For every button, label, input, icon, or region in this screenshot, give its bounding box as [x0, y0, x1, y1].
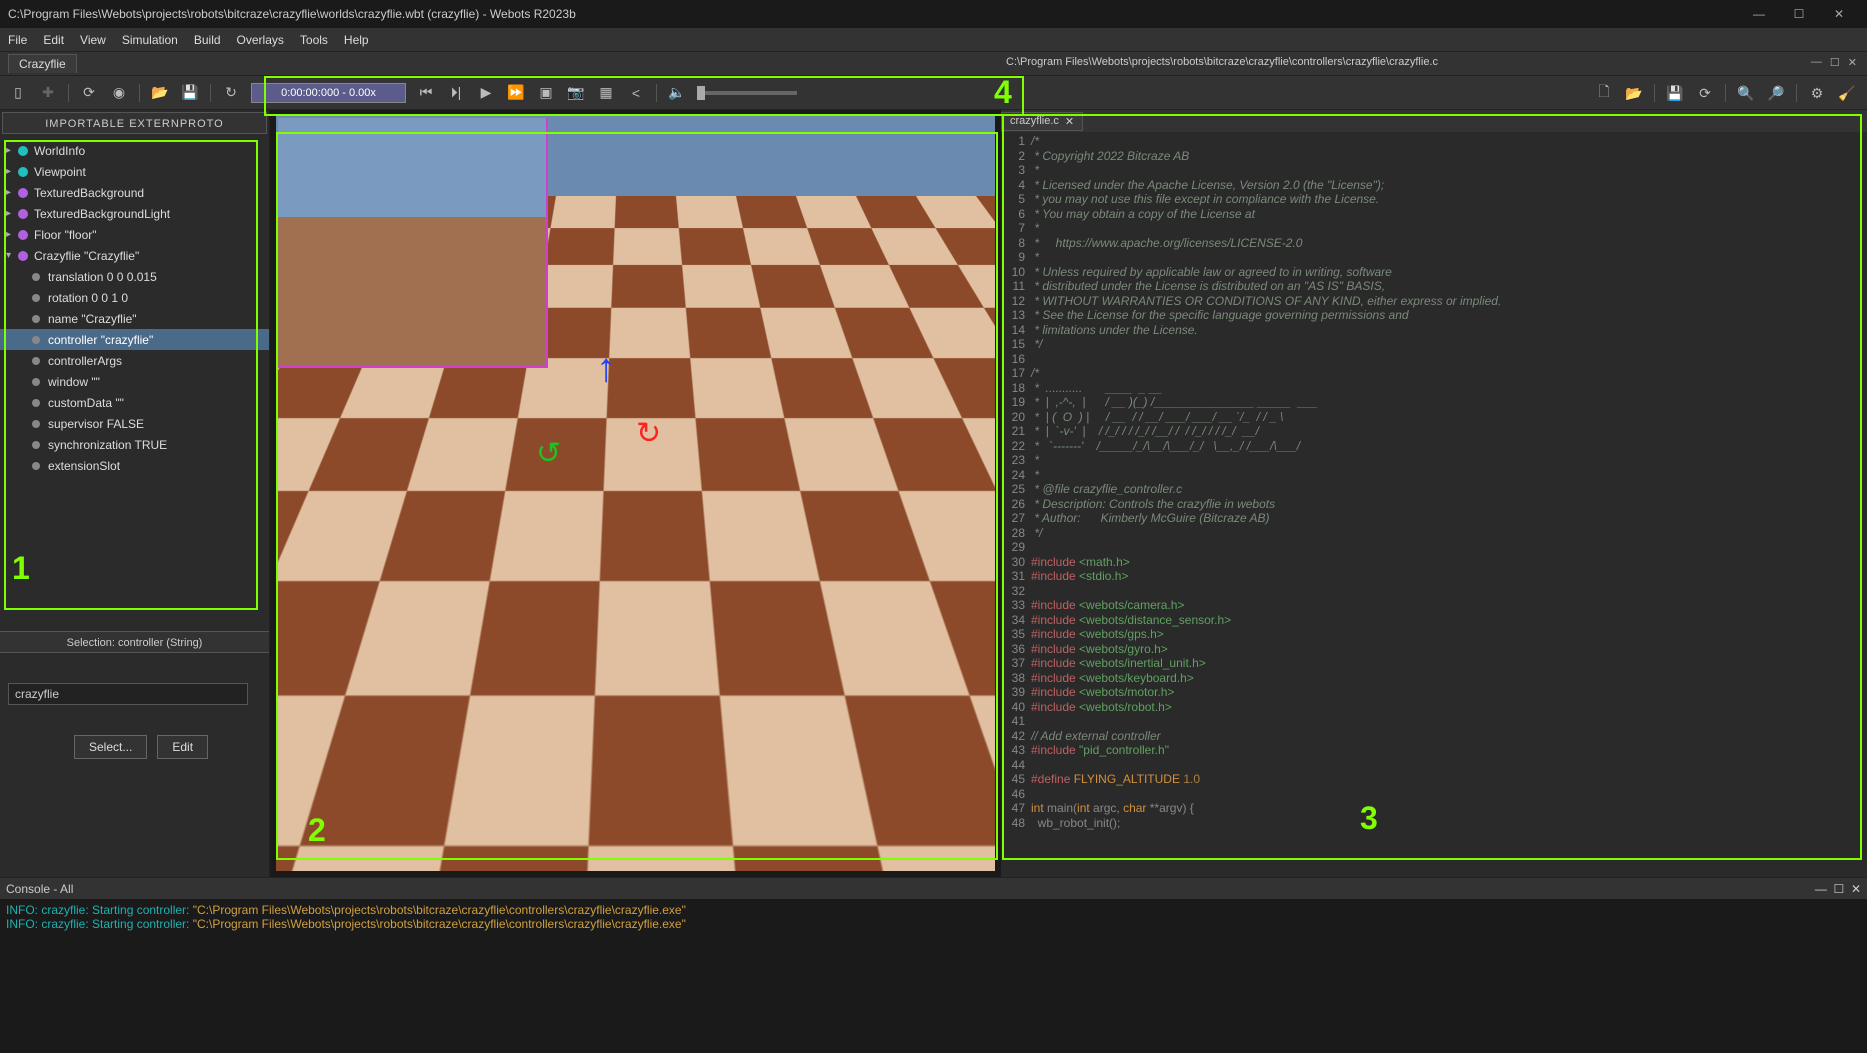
play-icon[interactable]: ▶: [476, 83, 496, 103]
editor-file-tab[interactable]: crazyflie.c ✕: [1001, 112, 1083, 131]
editor-path-bar: C:\Program Files\Webots\projects\robots\…: [1002, 52, 1867, 72]
open-icon[interactable]: 📂: [150, 83, 170, 103]
externproto-header[interactable]: IMPORTABLE EXTERNPROTO: [2, 112, 267, 134]
tree-node[interactable]: ▾Crazyflie "Crazyflie": [0, 245, 269, 266]
editor-min-icon[interactable]: —: [1811, 56, 1822, 69]
main-area: IMPORTABLE EXTERNPROTO ▸WorldInfo▸Viewpo…: [0, 110, 1867, 877]
menu-file[interactable]: File: [8, 33, 27, 47]
reset-simulation-icon[interactable]: ↻: [221, 83, 241, 103]
console-close-icon[interactable]: ✕: [1851, 882, 1861, 896]
editor-file-path: C:\Program Files\Webots\projects\robots\…: [1006, 56, 1438, 68]
y-axis-gizmo[interactable]: ↺: [536, 436, 561, 471]
tree-field[interactable]: window "": [0, 371, 269, 392]
tree-field[interactable]: supervisor FALSE: [0, 413, 269, 434]
world-tab[interactable]: Crazyflie: [8, 54, 77, 73]
menu-overlays[interactable]: Overlays: [237, 33, 284, 47]
simulation-time: 0:00:00:000 - 0.00x: [251, 83, 406, 103]
add-node-icon[interactable]: ✚: [38, 83, 58, 103]
main-toolbar: ▯ ✚ ⟳ ◉ 📂 💾 ↻ 0:00:00:000 - 0.00x ⏮ ⏵| ▶…: [0, 76, 1867, 110]
tree-node[interactable]: ▸Floor "floor": [0, 224, 269, 245]
editor-close-icon[interactable]: ✕: [1848, 56, 1857, 69]
menu-view[interactable]: View: [80, 33, 106, 47]
volume-slider[interactable]: [697, 91, 797, 95]
fast-forward-icon[interactable]: ⏩: [506, 83, 526, 103]
menu-help[interactable]: Help: [344, 33, 369, 47]
step-back-icon[interactable]: ⏮: [416, 83, 436, 103]
share-icon[interactable]: <: [626, 83, 646, 103]
tree-field[interactable]: synchronization TRUE: [0, 434, 269, 455]
console-max-icon[interactable]: ☐: [1834, 882, 1845, 896]
editor-open-icon[interactable]: 📂: [1624, 83, 1644, 103]
menu-simulation[interactable]: Simulation: [122, 33, 178, 47]
code-text[interactable]: /* * Copyright 2022 Bitcraze AB * * Lice…: [1031, 134, 1867, 877]
menu-bar: File Edit View Simulation Build Overlays…: [0, 28, 1867, 52]
editor-max-icon[interactable]: ☐: [1830, 56, 1840, 69]
tree-field[interactable]: rotation 0 0 1 0: [0, 287, 269, 308]
close-tab-icon[interactable]: ✕: [1065, 115, 1074, 128]
editor-clean-icon[interactable]: 🧹: [1837, 83, 1857, 103]
sound-icon[interactable]: 🔈: [667, 83, 687, 103]
maximize-button[interactable]: ☐: [1779, 7, 1819, 21]
screenshot-icon[interactable]: 📷: [566, 83, 586, 103]
text-editor-panel: crazyflie.c ✕ 1 2 3 4 5 6 7 8 9 10 11 12…: [1001, 110, 1867, 877]
sidebar-toggle-icon[interactable]: ▯: [8, 83, 28, 103]
select-controller-button[interactable]: Select...: [74, 735, 147, 759]
editor-new-icon[interactable]: 🗋: [1594, 83, 1614, 103]
console-output[interactable]: INFO: crazyflie: Starting controller: "C…: [0, 899, 1867, 1053]
editor-search-icon[interactable]: 🔍: [1736, 83, 1756, 103]
menu-tools[interactable]: Tools: [300, 33, 328, 47]
controller-name-input[interactable]: [8, 683, 248, 705]
scene-tree-panel: IMPORTABLE EXTERNPROTO ▸WorldInfo▸Viewpo…: [0, 110, 270, 877]
window-title: C:\Program Files\Webots\projects\robots\…: [8, 7, 576, 21]
console-min-icon[interactable]: —: [1815, 882, 1827, 896]
scene-tree[interactable]: ▸WorldInfo▸Viewpoint▸TexturedBackground▸…: [0, 136, 269, 631]
tree-node[interactable]: ▸WorldInfo: [0, 140, 269, 161]
step-icon[interactable]: ⏵|: [446, 83, 466, 103]
editor-replace-icon[interactable]: 🔎: [1766, 83, 1786, 103]
code-editor[interactable]: 1 2 3 4 5 6 7 8 9 10 11 12 13 14 15 16 1…: [1001, 132, 1867, 877]
editor-settings-icon[interactable]: ⚙: [1807, 83, 1827, 103]
editor-save-icon[interactable]: 💾: [1665, 83, 1685, 103]
tree-field[interactable]: name "Crazyflie": [0, 308, 269, 329]
reload-icon[interactable]: ⟳: [79, 83, 99, 103]
tree-field[interactable]: customData "": [0, 392, 269, 413]
menu-build[interactable]: Build: [194, 33, 221, 47]
tree-field[interactable]: extensionSlot: [0, 455, 269, 476]
3d-viewport[interactable]: ↑ ↻ ↺: [270, 110, 1001, 877]
selection-label: Selection: controller (String): [0, 631, 269, 653]
line-gutter: 1 2 3 4 5 6 7 8 9 10 11 12 13 14 15 16 1…: [1001, 134, 1031, 877]
camera-overlay[interactable]: [278, 118, 548, 368]
tree-field[interactable]: controller "crazyflie": [0, 329, 269, 350]
close-button[interactable]: ✕: [1819, 7, 1859, 21]
menu-edit[interactable]: Edit: [43, 33, 64, 47]
edit-controller-button[interactable]: Edit: [157, 735, 208, 759]
x-axis-gizmo[interactable]: ↻: [636, 416, 661, 451]
editor-reload-icon[interactable]: ⟳: [1695, 83, 1715, 103]
tree-field[interactable]: controllerArgs: [0, 350, 269, 371]
record-movie-icon[interactable]: ▣: [536, 83, 556, 103]
minimize-button[interactable]: —: [1739, 7, 1779, 21]
property-editor: Select... Edit: [0, 653, 269, 789]
visibility-icon[interactable]: ◉: [109, 83, 129, 103]
console-header: Console - All — ☐ ✕: [0, 877, 1867, 899]
save-icon[interactable]: 💾: [180, 83, 200, 103]
tree-node[interactable]: ▸TexturedBackgroundLight: [0, 203, 269, 224]
render-mode-icon[interactable]: ▦: [596, 83, 616, 103]
tree-node[interactable]: ▸TexturedBackground: [0, 182, 269, 203]
z-axis-gizmo[interactable]: ↑: [596, 346, 616, 391]
title-bar: C:\Program Files\Webots\projects\robots\…: [0, 0, 1867, 28]
tree-node[interactable]: ▸Viewpoint: [0, 161, 269, 182]
tree-field[interactable]: translation 0 0 0.015: [0, 266, 269, 287]
